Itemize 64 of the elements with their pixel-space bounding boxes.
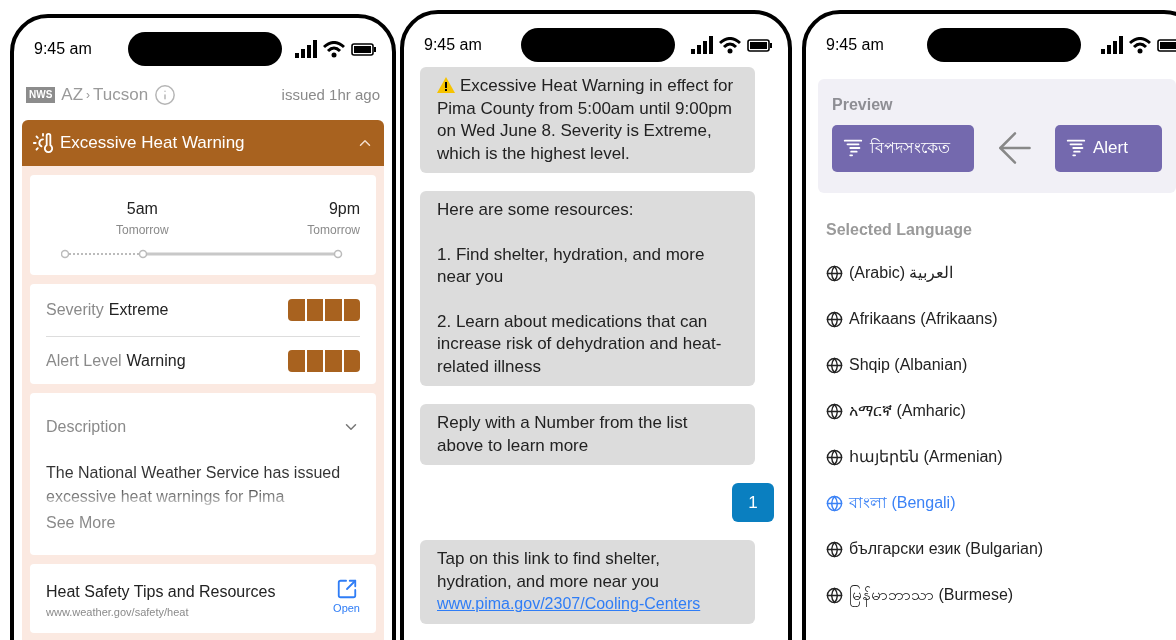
message-text: 1. Find shelter, hydration, and more near you	[437, 243, 706, 288]
globe-icon	[826, 586, 843, 604]
warning-icon	[437, 77, 455, 93]
preview-title: Preview	[832, 96, 893, 113]
start-day: Tomorrow	[116, 221, 169, 239]
battery-icon	[351, 42, 376, 56]
language-option[interactable]: հայերեն (Armenian)	[826, 434, 1176, 480]
language-option[interactable]: Afrikaans (Afrikaans)	[826, 296, 1176, 342]
level-value: Extreme	[108, 300, 169, 320]
message-text: Tap on this link to find shelter, hydration, and more near you www.pima.gov/2307/Cooling-Centers	[437, 548, 702, 614]
language-option[interactable]: български език (Bulgarian)	[826, 526, 1176, 572]
resource-url: www.weather.gov/safety/heat	[46, 605, 190, 620]
alert-title: Excessive Heat Warning	[60, 132, 245, 155]
globe-icon	[826, 402, 843, 420]
status-time: 9:45 am	[424, 35, 483, 55]
signal-icon	[691, 36, 713, 54]
message-text: 2. Learn about medications that can increase risk of dehydration and heat-related illness	[437, 310, 723, 378]
language-option[interactable]: Shqip (Albanian)	[826, 342, 1176, 388]
language-option[interactable]: বাংলা (Bengali)	[826, 480, 1176, 526]
description-toggle[interactable]: Description	[46, 415, 360, 439]
heat-icon	[32, 132, 54, 154]
see-more-link[interactable]: See More	[46, 511, 116, 535]
section-title: Selected Language	[826, 221, 972, 238]
status-time: 9:45 am	[826, 35, 885, 55]
language-option[interactable]: (Arabic) العربية	[826, 250, 1176, 296]
globe-icon	[826, 264, 843, 282]
info-icon[interactable]	[154, 84, 177, 106]
message-text: Excessive Heat Warning in effect for Pima County from 5:00am until 9:00pm on Wed June 8. Severity is Extreme, which is the highest level.	[437, 75, 735, 165]
tornado-icon	[1065, 137, 1087, 159]
level-value: Warning	[126, 350, 186, 371]
translated-alert-chip: বিপদসংকেত	[832, 124, 974, 172]
original-alert-chip: Alert	[1055, 124, 1162, 172]
signal-icon	[1101, 36, 1123, 54]
level-label: Severity	[46, 300, 104, 320]
alert-header[interactable]: Excessive Heat Warning	[22, 120, 384, 166]
end-time: 9pm	[328, 199, 360, 219]
start-time: 5am	[126, 199, 158, 219]
external-link-icon	[335, 578, 358, 600]
language-option[interactable]: አማርኛ (Amharic)	[826, 388, 1176, 434]
status-time: 9:45 am	[34, 39, 93, 59]
wifi-icon	[719, 36, 741, 54]
language-option[interactable]: မြန်မာဘာသာ (Burmese)	[826, 572, 1176, 618]
city-label: Tucson	[93, 84, 149, 107]
globe-icon	[826, 494, 843, 512]
globe-icon	[826, 356, 843, 374]
issued-time: issued 1hr ago	[281, 84, 380, 105]
nws-logo: NWS	[26, 87, 56, 103]
open-link-button[interactable]: Open	[333, 578, 360, 617]
level-label: Alert Level	[46, 350, 122, 371]
resource-title: Heat Safety Tips and Resources	[46, 582, 276, 602]
end-day: Tomorrow	[307, 221, 360, 239]
message-text: Here are some resources:	[437, 199, 635, 221]
wifi-icon	[1129, 36, 1151, 54]
signal-icon	[295, 40, 317, 58]
globe-icon	[826, 540, 843, 558]
globe-icon	[826, 310, 843, 328]
globe-icon	[826, 448, 843, 466]
battery-icon	[747, 38, 772, 52]
message-text: Reply with a Number from the list above to learn more	[437, 412, 689, 457]
sent-message: 1	[732, 483, 774, 522]
tornado-icon	[842, 137, 864, 159]
breadcrumb-separator: ›	[86, 87, 91, 104]
wifi-icon	[323, 40, 345, 58]
state-label: AZ	[61, 84, 84, 107]
